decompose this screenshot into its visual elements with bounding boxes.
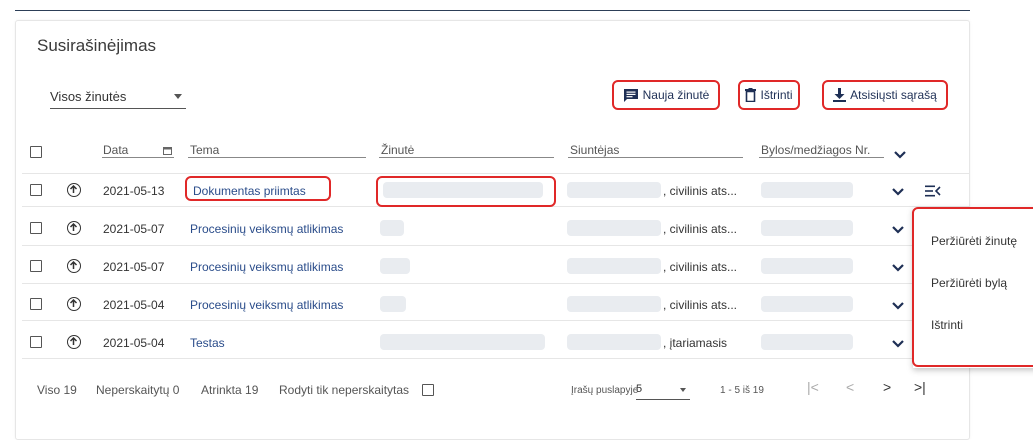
row-subject-link[interactable]: Dokumentas priimtas [193,184,306,198]
row-divider [22,245,970,246]
outgoing-arrow-icon [67,259,81,273]
delete-label: Ištrinti [760,88,793,102]
message-filter-underline [379,157,554,158]
redacted-sender [567,182,661,198]
row-checkbox[interactable] [30,260,42,272]
menu-item-view-case[interactable]: Peržiūrėti bylą [931,276,1007,290]
row-subject-link[interactable]: Testas [190,336,225,350]
row-date: 2021-05-04 [103,298,165,312]
row-sender-role: , civilinis ats... [663,222,738,236]
calendar-icon[interactable] [163,146,172,155]
date-filter-underline [102,157,174,158]
trash-icon [745,88,757,102]
redacted-message [380,334,545,350]
unread-only-label: Rodyti tik neperskaitytas [279,383,410,397]
menu-item-delete[interactable]: Ištrinti [931,318,963,332]
per-page-value: 5 [636,383,643,395]
row-divider [22,173,970,174]
outgoing-arrow-icon [67,183,81,197]
row-divider [22,206,970,207]
row-sender-role: , civilinis ats... [663,298,738,312]
row-divider [22,320,970,321]
row-divider [22,283,970,284]
row-checkbox[interactable] [30,298,42,310]
per-page-select[interactable]: 5 [636,380,690,400]
column-header-message[interactable]: Žinutė [381,143,414,157]
redacted-case-no [761,182,853,198]
dropdown-arrow-icon [174,94,182,99]
row-date: 2021-05-13 [103,184,165,198]
redacted-message [380,220,404,236]
redacted-sender [567,258,661,274]
sender-filter-underline [568,157,743,158]
row-expand-chevron-icon[interactable] [891,301,905,311]
redacted-case-no [761,296,853,312]
dropdown-arrow-icon [680,388,686,392]
outgoing-arrow-icon [67,335,81,349]
subject-filter-underline [188,157,366,158]
row-subject-link[interactable]: Procesinių veiksmų atlikimas [190,260,343,274]
row-expand-chevron-icon[interactable] [891,187,905,197]
redacted-sender [567,220,661,236]
row-divider [22,358,970,359]
case-no-filter-underline [759,157,884,158]
row-sender-role: , civilinis ats... [663,184,738,198]
new-message-button[interactable]: Nauja žinutė [612,80,720,110]
download-icon [833,88,847,102]
selected-count: Atrinkta 19 [201,383,259,397]
select-all-checkbox[interactable] [30,146,42,158]
total-count: Viso 19 [37,383,77,397]
row-sender-role: , įtariamasis [663,336,728,350]
filter-value: Visos žinutės [50,89,127,104]
first-page-icon[interactable]: |< [807,379,819,395]
redacted-message [380,296,406,312]
redacted-sender [567,334,661,350]
per-page-label: Įrašų puslapyje [571,385,639,396]
redacted-message [380,258,410,274]
download-list-button[interactable]: Atsisiųsti sąrašą [822,80,948,110]
message-icon [623,89,638,102]
row-date: 2021-05-04 [103,336,165,350]
redacted-message [383,182,543,198]
outgoing-arrow-icon [67,221,81,235]
redacted-case-no [761,334,853,350]
row-checkbox[interactable] [30,184,42,196]
menu-item-view-message[interactable]: Peržiūrėti žinutę [931,234,1017,248]
page-range: 1 - 5 iš 19 [720,385,764,396]
panel-title: Susirašinėjimas [37,36,157,55]
row-actions-menu-icon[interactable] [925,185,941,197]
row-date: 2021-05-07 [103,260,165,274]
previous-page-icon[interactable]: < [846,379,854,395]
redacted-case-no [761,220,853,236]
row-date: 2021-05-07 [103,222,165,236]
columns-chevron-down-icon[interactable] [893,150,907,160]
new-message-label: Nauja žinutė [642,88,710,102]
outgoing-arrow-icon [67,297,81,311]
top-divider [15,10,970,11]
message-filter-select[interactable]: Visos žinutės [50,85,186,109]
row-sender-role: , civilinis ats... [663,260,738,274]
row-expand-chevron-icon[interactable] [891,225,905,235]
column-header-case-no[interactable]: Bylos/medžiagos Nr. [761,143,870,157]
row-checkbox[interactable] [30,222,42,234]
redacted-case-no [761,258,853,274]
unread-count: Neperskaitytų 0 [96,383,180,397]
next-page-icon[interactable]: > [883,379,891,395]
row-subject-link[interactable]: Procesinių veiksmų atlikimas [190,298,343,312]
last-page-icon[interactable]: >| [914,379,926,395]
row-expand-chevron-icon[interactable] [891,263,905,273]
delete-button[interactable]: Ištrinti [738,80,800,110]
column-header-sender[interactable]: Siuntėjas [570,143,619,157]
row-checkbox[interactable] [30,336,42,348]
unread-only-checkbox[interactable] [422,384,434,396]
row-subject-link[interactable]: Procesinių veiksmų atlikimas [190,222,343,236]
column-header-subject[interactable]: Tema [190,143,219,157]
column-header-date[interactable]: Data [103,143,128,157]
download-list-label: Atsisiųsti sąrašą [850,88,937,102]
redacted-sender [567,296,661,312]
row-expand-chevron-icon[interactable] [891,339,905,349]
